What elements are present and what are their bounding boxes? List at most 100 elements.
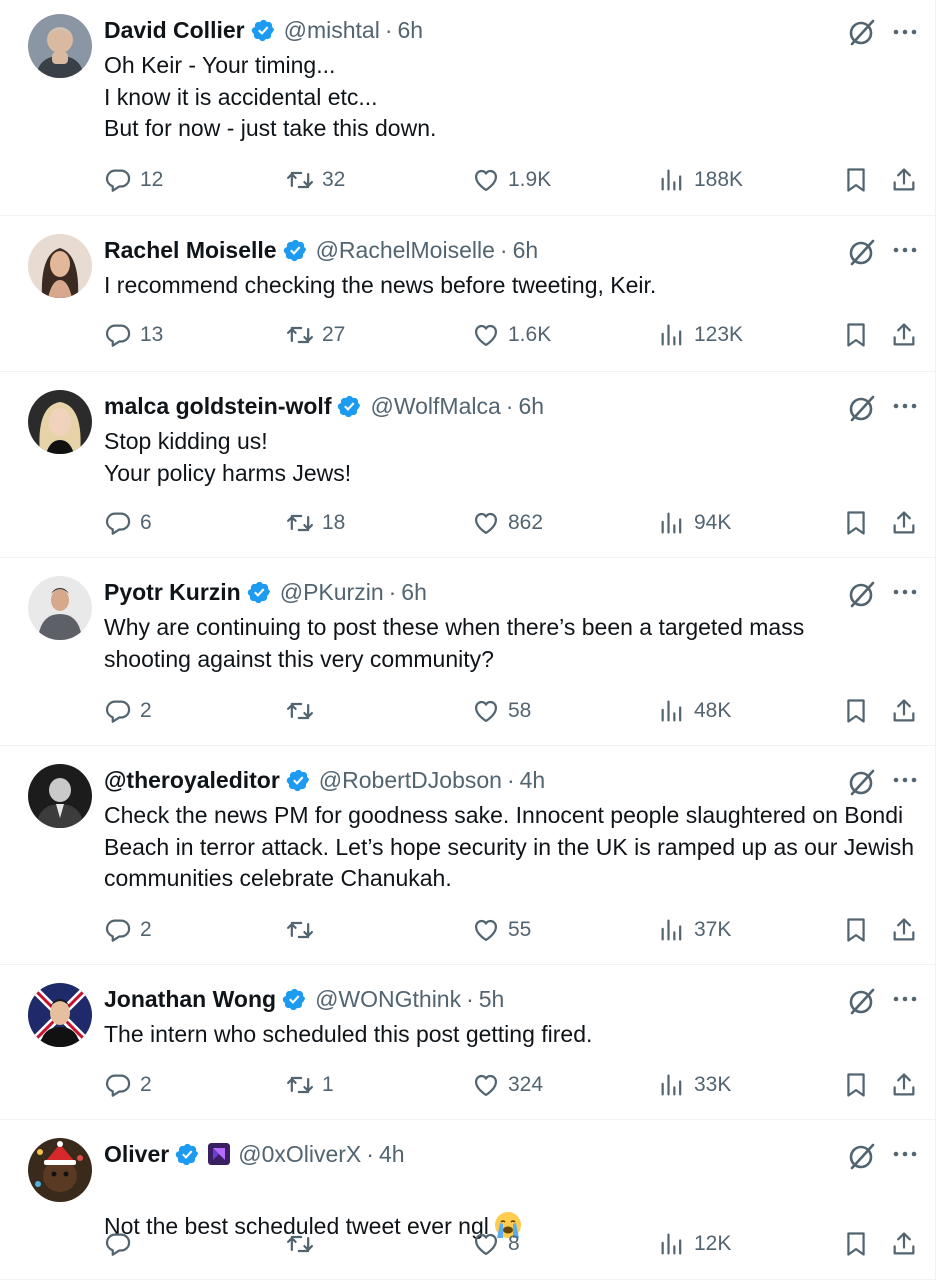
repost-button[interactable]: 18 (286, 505, 345, 541)
tweet[interactable]: David Collier @mishtal · 6h Oh Keir - Yo… (0, 0, 936, 216)
verified-badge-icon[interactable] (247, 580, 272, 605)
tweet[interactable]: @theroyaleditor @RobertDJobson · 4h Chec… (0, 746, 936, 965)
timestamp[interactable]: 6h (513, 234, 539, 266)
views-button[interactable]: 188K (658, 162, 743, 198)
bookmark-button[interactable] (842, 912, 870, 948)
avatar[interactable] (28, 390, 92, 454)
reply-button[interactable]: 13 (104, 317, 163, 353)
share-button[interactable] (890, 162, 918, 198)
display-name[interactable]: @theroyaleditor (104, 764, 280, 796)
bookmark-button[interactable] (842, 505, 870, 541)
verified-badge-icon[interactable] (282, 987, 307, 1012)
more-options-icon[interactable] (890, 764, 920, 796)
like-button[interactable]: 55 (472, 912, 531, 948)
bookmark-button[interactable] (842, 1226, 870, 1262)
like-button[interactable]: 8 (472, 1226, 520, 1262)
grok-icon[interactable] (846, 1140, 878, 1172)
more-options-icon[interactable] (890, 1138, 920, 1170)
views-button[interactable]: 33K (658, 1067, 731, 1103)
views-button[interactable]: 12K (658, 1226, 731, 1262)
like-button[interactable]: 862 (472, 505, 543, 541)
timestamp[interactable]: 5h (479, 983, 505, 1015)
tweet[interactable]: Pyotr Kurzin @PKurzin · 6h Why are conti… (0, 558, 936, 746)
display-name[interactable]: Oliver (104, 1138, 169, 1170)
more-options-icon[interactable] (890, 390, 920, 422)
views-button[interactable]: 48K (658, 693, 731, 729)
timestamp[interactable]: 4h (379, 1138, 405, 1170)
more-options-icon[interactable] (890, 16, 920, 48)
views-button[interactable]: 37K (658, 912, 731, 948)
like-button[interactable]: 324 (472, 1067, 543, 1103)
avatar[interactable] (28, 576, 92, 640)
repost-button[interactable]: 27 (286, 317, 345, 353)
bookmark-button[interactable] (842, 1067, 870, 1103)
repost-button[interactable] (286, 912, 322, 948)
more-options-icon[interactable] (890, 983, 920, 1015)
affiliate-badge-icon[interactable] (208, 1143, 231, 1165)
display-name[interactable]: malca goldstein-wolf (104, 390, 331, 422)
repost-button[interactable] (286, 1226, 322, 1262)
handle[interactable]: @WONGthink (315, 983, 461, 1015)
share-button[interactable] (890, 912, 918, 948)
handle[interactable]: @0xOliverX (238, 1138, 361, 1170)
display-name[interactable]: Jonathan Wong (104, 983, 276, 1015)
reply-button[interactable]: 2 (104, 912, 152, 948)
like-button[interactable]: 1.6K (472, 317, 551, 353)
tweet[interactable]: Rachel Moiselle @RachelMoiselle · 6h I r… (0, 216, 936, 372)
display-name[interactable]: Pyotr Kurzin (104, 576, 241, 608)
timestamp[interactable]: 6h (518, 390, 544, 422)
share-button[interactable] (890, 693, 918, 729)
tweet[interactable]: malca goldstein-wolf @WolfMalca · 6h Sto… (0, 372, 936, 558)
bookmark-button[interactable] (842, 693, 870, 729)
handle[interactable]: @mishtal (284, 14, 380, 46)
display-name[interactable]: David Collier (104, 14, 245, 46)
verified-badge-icon[interactable] (175, 1142, 200, 1167)
repost-button[interactable]: 1 (286, 1067, 334, 1103)
verified-badge-icon[interactable] (337, 394, 362, 419)
timestamp[interactable]: 4h (520, 764, 546, 796)
grok-icon[interactable] (846, 766, 878, 798)
share-button[interactable] (890, 317, 918, 353)
reply-button[interactable]: 6 (104, 505, 152, 541)
views-button[interactable]: 123K (658, 317, 743, 353)
grok-icon[interactable] (846, 392, 878, 424)
like-button[interactable]: 58 (472, 693, 531, 729)
timestamp[interactable]: 6h (397, 14, 423, 46)
reply-button[interactable]: 2 (104, 1067, 152, 1103)
avatar[interactable] (28, 234, 92, 298)
display-name[interactable]: Rachel Moiselle (104, 234, 277, 266)
avatar[interactable] (28, 14, 92, 78)
more-options-icon[interactable] (890, 576, 920, 608)
like-button[interactable]: 1.9K (472, 162, 551, 198)
views-button[interactable]: 94K (658, 505, 731, 541)
grok-icon[interactable] (846, 985, 878, 1017)
handle[interactable]: @PKurzin (280, 576, 384, 608)
reply-button[interactable]: 12 (104, 162, 163, 198)
tweet[interactable]: Oliver @0xOliverX · 4h Not the best sche… (0, 1120, 936, 1280)
reply-button[interactable] (104, 1226, 140, 1262)
share-button[interactable] (890, 1226, 918, 1262)
handle[interactable]: @WolfMalca (370, 390, 500, 422)
bookmark-button[interactable] (842, 162, 870, 198)
timestamp[interactable]: 6h (401, 576, 427, 608)
grok-icon[interactable] (846, 16, 878, 48)
more-options-icon[interactable] (890, 234, 920, 266)
share-icon (893, 323, 915, 346)
share-button[interactable] (890, 1067, 918, 1103)
grok-icon[interactable] (846, 578, 878, 610)
tweet[interactable]: Jonathan Wong @WONGthink · 5h The intern… (0, 965, 936, 1120)
bookmark-button[interactable] (842, 317, 870, 353)
repost-button[interactable] (286, 693, 322, 729)
grok-icon[interactable] (846, 236, 878, 268)
verified-badge-icon[interactable] (283, 238, 308, 263)
verified-badge-icon[interactable] (251, 18, 276, 43)
avatar[interactable] (28, 983, 92, 1047)
verified-badge-icon[interactable] (286, 768, 311, 793)
avatar[interactable] (28, 764, 92, 828)
repost-button[interactable]: 32 (286, 162, 345, 198)
reply-button[interactable]: 2 (104, 693, 152, 729)
avatar[interactable] (28, 1138, 92, 1202)
share-button[interactable] (890, 505, 918, 541)
handle[interactable]: @RobertDJobson (319, 764, 502, 796)
handle[interactable]: @RachelMoiselle (316, 234, 495, 266)
